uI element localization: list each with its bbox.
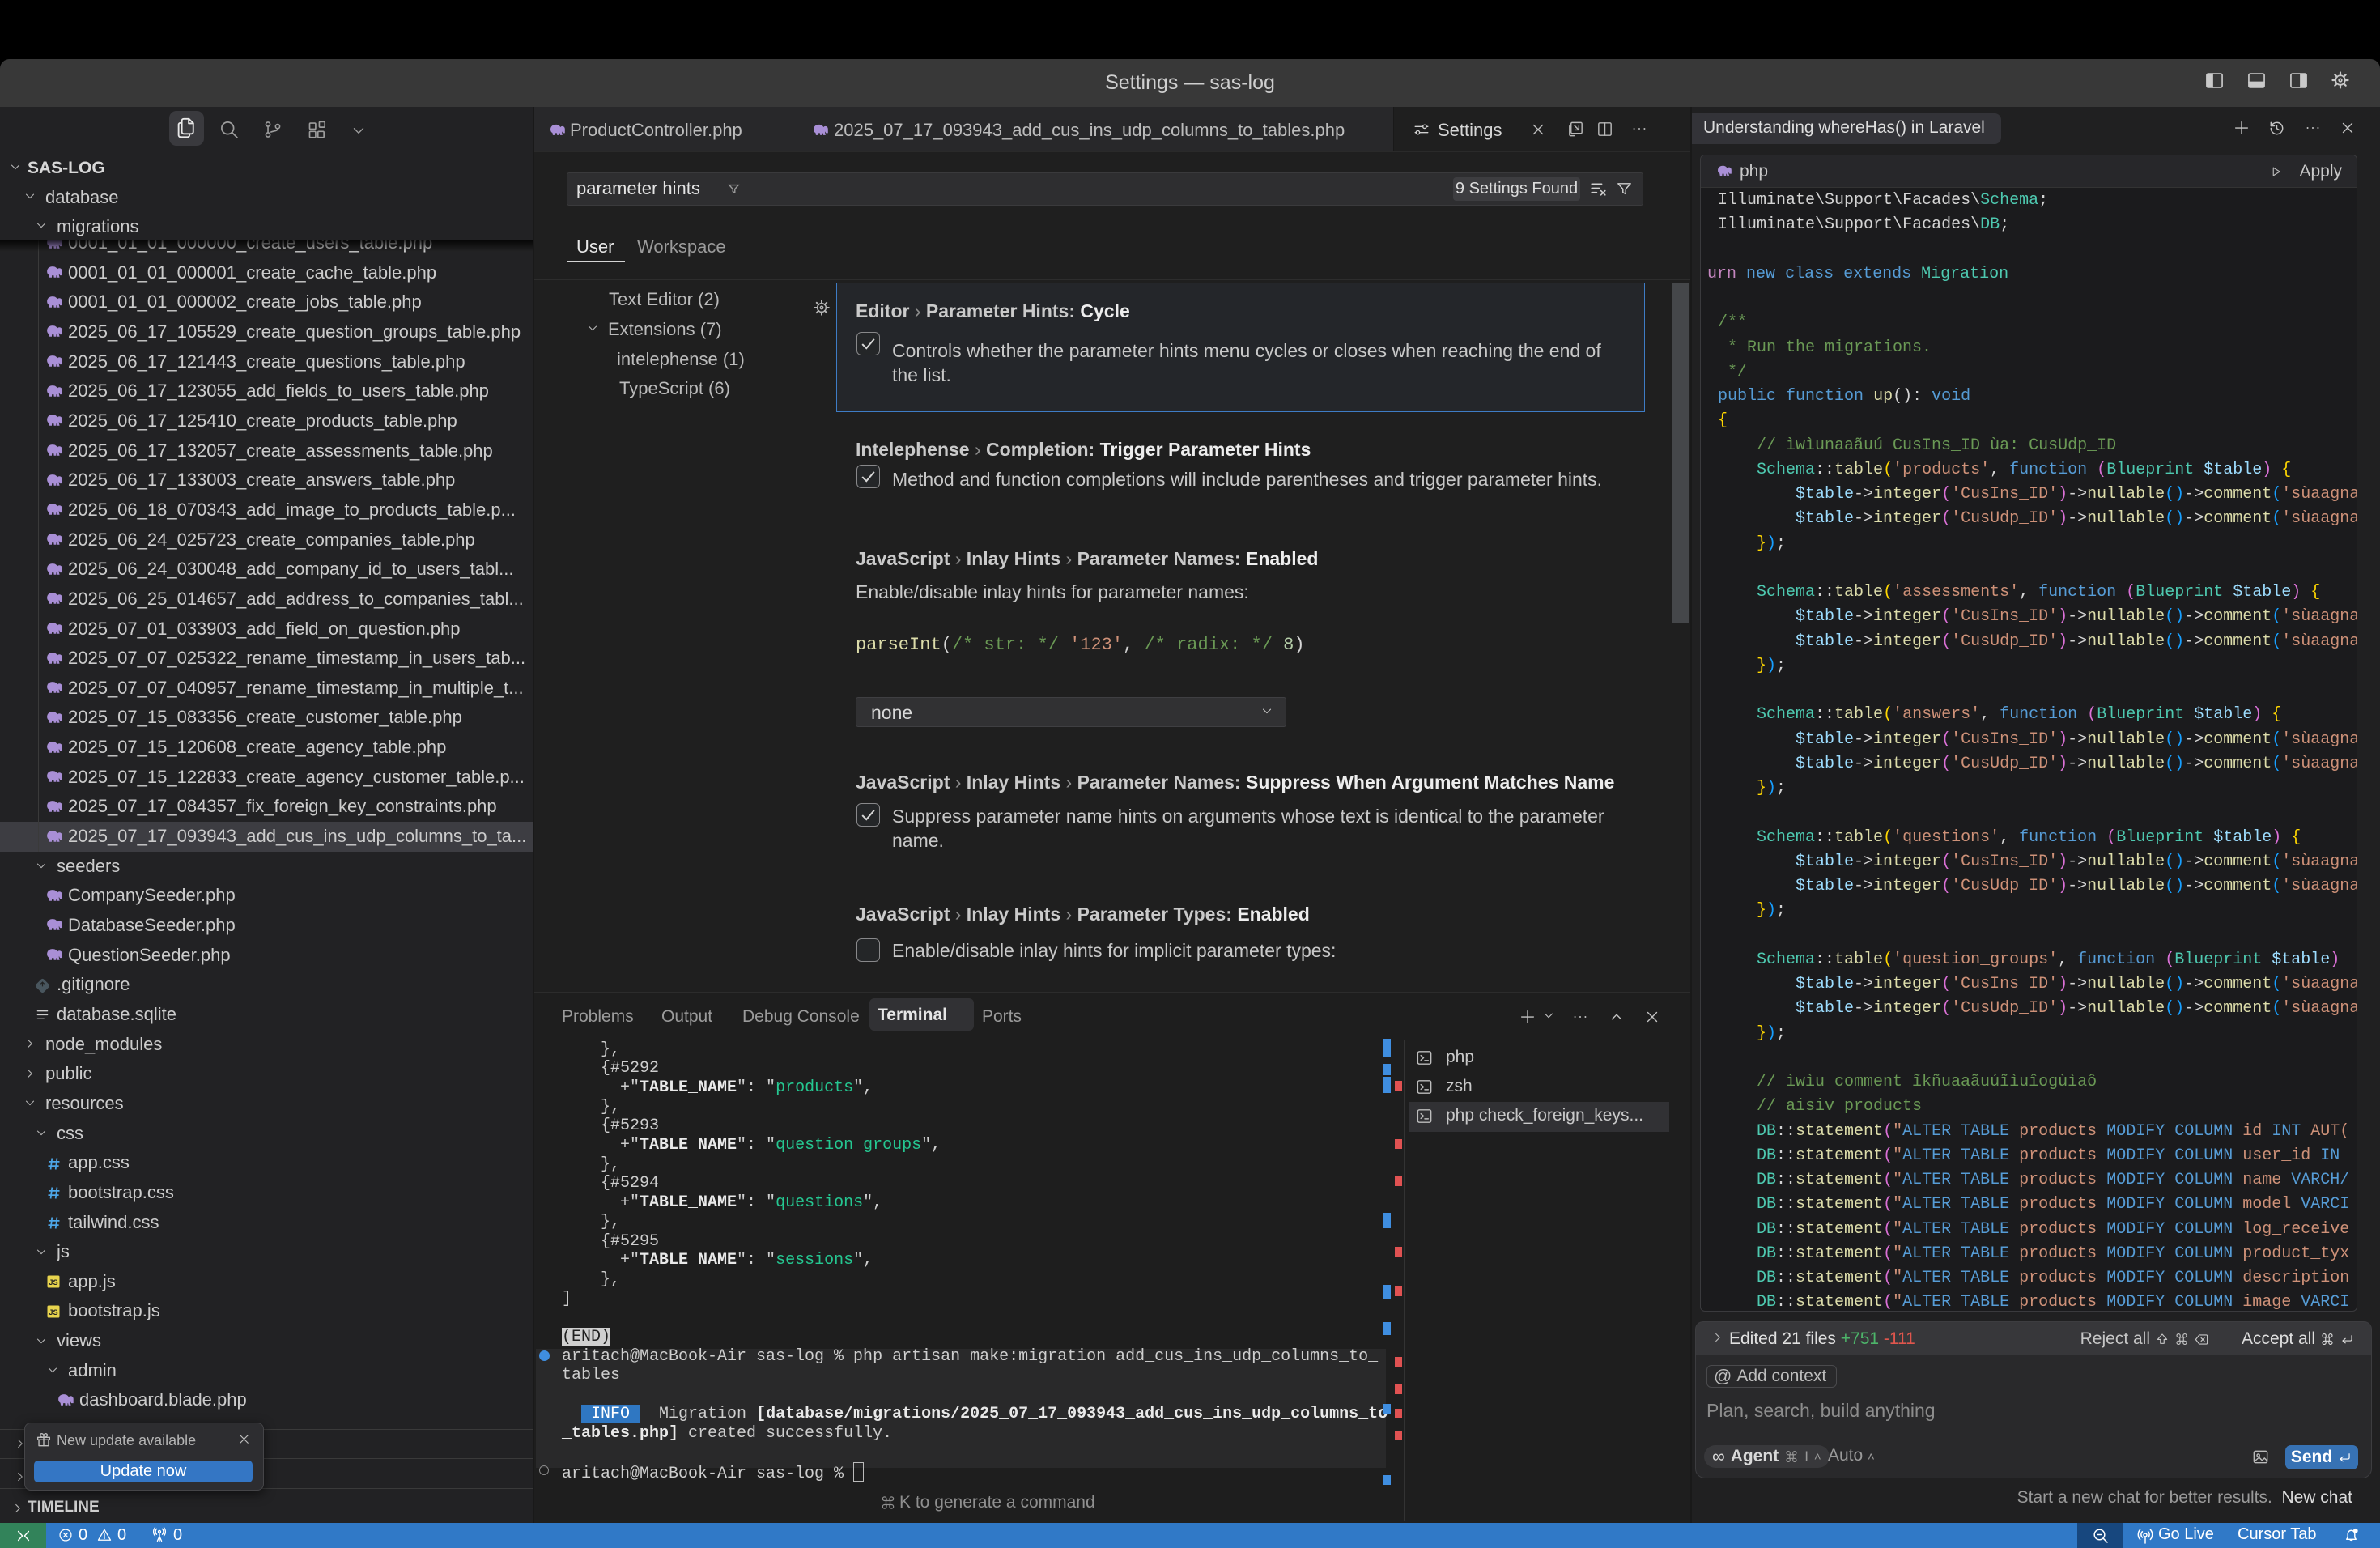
svg-text:JS: JS xyxy=(49,1308,57,1316)
svg-text:JS: JS xyxy=(49,1278,57,1286)
